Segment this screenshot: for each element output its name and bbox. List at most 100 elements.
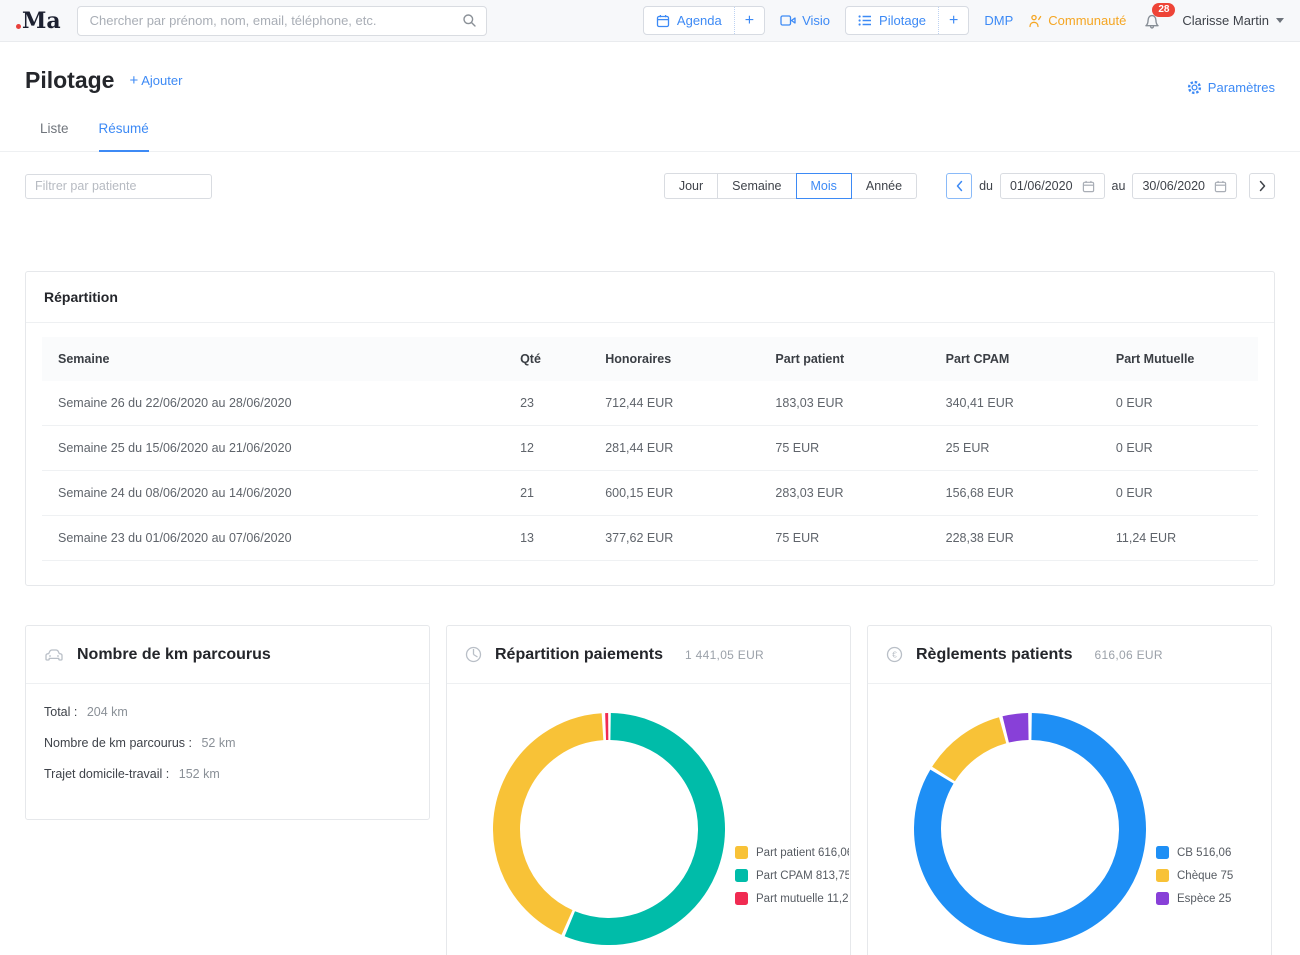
calendar-icon — [656, 14, 670, 28]
period-jour-button[interactable]: Jour — [664, 173, 718, 199]
legend-label: Part patient 616,06 — [756, 847, 849, 859]
app-logo[interactable]: Ma — [16, 10, 61, 32]
next-period-button[interactable] — [1249, 173, 1275, 199]
search-input[interactable] — [77, 6, 487, 36]
page-header: Pilotage + Ajouter Paramètres — [25, 66, 1275, 95]
legend-label: CB 516,06 — [1177, 847, 1231, 859]
top-bar: Ma Agenda + Visio — [0, 0, 1300, 42]
communaute-link[interactable]: Communauté — [1028, 13, 1126, 28]
date-from-input[interactable]: 01/06/2020 — [1000, 173, 1105, 199]
dmp-link[interactable]: DMP — [984, 13, 1013, 28]
calendar-icon — [1082, 180, 1095, 193]
logo-text: Ma — [22, 10, 61, 32]
euro-coin-icon: € — [886, 646, 903, 663]
legend-label: Part CPAM 813,752 — [756, 870, 849, 882]
km-parcourus-label: Nombre de km parcourus : — [44, 736, 192, 750]
repartition-title: Répartition — [26, 272, 1274, 323]
au-label: au — [1112, 179, 1126, 193]
km-trajet-label: Trajet domicile-travail : — [44, 767, 169, 781]
cell-qte: 12 — [504, 426, 589, 471]
paiements-card: Répartition paiements 1 441,05 EUR Part … — [446, 625, 851, 955]
cell-honoraires: 712,44 EUR — [589, 381, 759, 426]
agenda-button-group: Agenda + — [643, 6, 765, 35]
legend-cb[interactable]: CB 516,06 — [1156, 846, 1270, 859]
patient-filter-input[interactable] — [25, 174, 212, 199]
table-row[interactable]: Semaine 25 du 15/06/2020 au 21/06/2020 1… — [42, 426, 1258, 471]
cell-honoraires: 281,44 EUR — [589, 426, 759, 471]
legend-part-cpam[interactable]: Part CPAM 813,752 — [735, 869, 849, 882]
add-label: Ajouter — [141, 73, 182, 88]
cell-part-patient: 75 EUR — [759, 426, 929, 471]
user-name: Clarisse Martin — [1182, 13, 1269, 28]
paiements-card-header: Répartition paiements 1 441,05 EUR — [447, 626, 850, 684]
legend-swatch — [735, 846, 748, 859]
paiements-donut-chart[interactable] — [493, 713, 725, 945]
table-row[interactable]: Semaine 24 du 08/06/2020 au 14/06/2020 2… — [42, 471, 1258, 516]
pilotage-label: Pilotage — [879, 13, 926, 28]
top-nav: Agenda + Visio Pilotage + DMP Comm — [643, 6, 1284, 35]
legend-part-mutuelle[interactable]: Part mutuelle 11,238 — [735, 892, 849, 905]
reglements-chart-area: CB 516,06 Chèque 75 Espèce 25 — [868, 684, 1271, 955]
date-to-value: 30/06/2020 — [1142, 179, 1205, 193]
cell-semaine: Semaine 26 du 22/06/2020 au 28/06/2020 — [42, 381, 504, 426]
period-mois-button[interactable]: Mois — [796, 173, 852, 199]
cell-semaine: Semaine 24 du 08/06/2020 au 14/06/2020 — [42, 471, 504, 516]
settings-button[interactable]: Paramètres — [1187, 80, 1275, 95]
date-to-input[interactable]: 30/06/2020 — [1132, 173, 1237, 199]
km-total-label: Total : — [44, 705, 77, 719]
pilotage-button[interactable]: Pilotage — [846, 7, 938, 34]
km-trajet-value: 152 km — [179, 767, 220, 781]
visio-button[interactable]: Visio — [780, 13, 830, 28]
cell-qte: 21 — [504, 471, 589, 516]
paiements-chart-area: Part patient 616,06 Part CPAM 813,752 Pa… — [447, 684, 850, 955]
previous-period-button[interactable] — [946, 173, 972, 199]
user-menu[interactable]: Clarisse Martin — [1182, 13, 1284, 28]
pilotage-add-button[interactable]: + — [938, 7, 968, 34]
table-row[interactable]: Semaine 23 du 01/06/2020 au 07/06/2020 1… — [42, 516, 1258, 561]
cell-honoraires: 377,62 EUR — [589, 516, 759, 561]
legend-swatch — [1156, 846, 1169, 859]
cell-part-cpam: 340,41 EUR — [930, 381, 1100, 426]
pilotage-button-group: Pilotage + — [845, 6, 969, 35]
km-card: Nombre de km parcourus Total : 204 km No… — [25, 625, 430, 820]
legend-label: Chèque 75 — [1177, 870, 1233, 882]
person-wave-icon — [1028, 14, 1042, 28]
agenda-button[interactable]: Agenda — [644, 7, 734, 34]
period-semaine-button[interactable]: Semaine — [717, 173, 796, 199]
paiements-card-title: Répartition paiements — [495, 646, 663, 664]
agenda-add-button[interactable]: + — [734, 7, 764, 34]
legend-cheque[interactable]: Chèque 75 — [1156, 869, 1270, 882]
cell-part-patient: 283,03 EUR — [759, 471, 929, 516]
reglements-card: € Règlements patients 616,06 EUR CB 516,… — [867, 625, 1272, 955]
filter-row: Jour Semaine Mois Année du 01/06/2020 au… — [25, 173, 1275, 199]
legend-swatch — [1156, 892, 1169, 905]
cell-part-cpam: 228,38 EUR — [930, 516, 1100, 561]
tab-resume[interactable]: Résumé — [99, 121, 149, 152]
page-title: Pilotage — [25, 67, 114, 94]
reglements-legend: CB 516,06 Chèque 75 Espèce 25 — [1156, 846, 1270, 915]
km-parcourus-value: 52 km — [201, 736, 235, 750]
car-icon — [44, 647, 64, 663]
col-honoraires: Honoraires — [589, 337, 759, 381]
col-part-cpam: Part CPAM — [930, 337, 1100, 381]
km-parcourus-line: Nombre de km parcourus : 52 km — [44, 736, 411, 750]
cell-part-mutuelle: 0 EUR — [1100, 381, 1258, 426]
reglements-total: 616,06 EUR — [1094, 648, 1162, 662]
notifications-button[interactable]: 28 — [1143, 12, 1161, 30]
tab-liste[interactable]: Liste — [40, 121, 69, 151]
search-icon — [462, 13, 477, 33]
reglements-donut-chart[interactable] — [914, 713, 1146, 945]
chevron-down-icon — [1276, 18, 1284, 23]
add-button[interactable]: + Ajouter — [129, 72, 182, 89]
period-annee-button[interactable]: Année — [851, 173, 917, 199]
table-row[interactable]: Semaine 26 du 22/06/2020 au 28/06/2020 2… — [42, 381, 1258, 426]
cell-qte: 23 — [504, 381, 589, 426]
du-label: du — [979, 179, 993, 193]
km-card-body: Total : 204 km Nombre de km parcourus : … — [26, 684, 429, 819]
km-trajet-line: Trajet domicile-travail : 152 km — [44, 767, 411, 781]
km-total-value: 204 km — [87, 705, 128, 719]
date-from-value: 01/06/2020 — [1010, 179, 1073, 193]
legend-espece[interactable]: Espèce 25 — [1156, 892, 1270, 905]
legend-part-patient[interactable]: Part patient 616,06 — [735, 846, 849, 859]
cell-part-mutuelle: 11,24 EUR — [1100, 516, 1258, 561]
